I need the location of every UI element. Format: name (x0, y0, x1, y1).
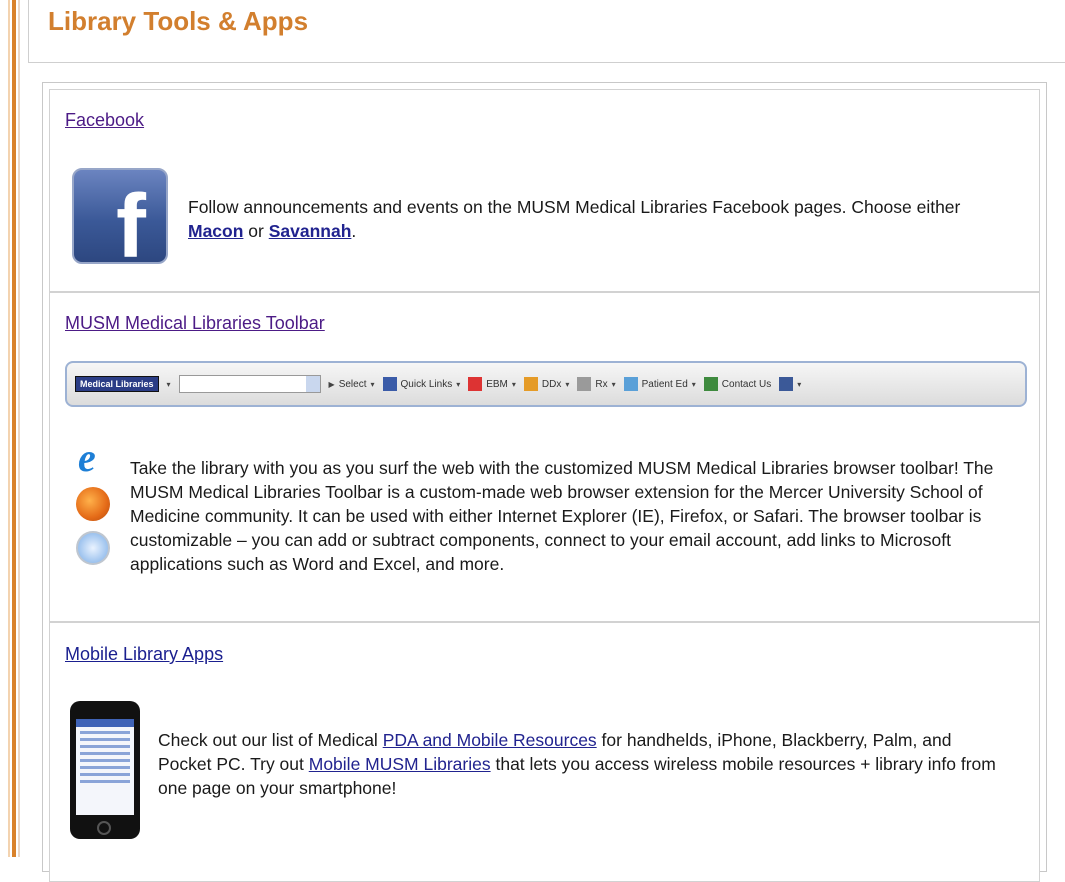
rail-stripe-faint (18, 0, 20, 857)
mobile-musm-libraries-link[interactable]: Mobile MUSM Libraries (309, 754, 491, 774)
toolbar-description: Take the library with you as you surf th… (130, 458, 994, 574)
savannah-link[interactable]: Savannah (269, 221, 352, 241)
title-rule-vertical (28, 0, 29, 63)
toolbar-item-patient-ed: Patient Ed ▾ (623, 377, 696, 391)
facebook-link[interactable]: Facebook (65, 110, 144, 131)
macon-link[interactable]: Macon (188, 221, 243, 241)
mobile-description: Check out our list of Medical PDA and Mo… (158, 730, 996, 798)
internet-explorer-icon: e (76, 435, 110, 480)
toolbar-item-select: ▶ Select ▾ (328, 378, 375, 390)
toolbar-item-quick-links: Quick Links ▾ (382, 377, 460, 391)
toolbar-item-ebm: EBM ▾ (468, 377, 516, 391)
toolbar-screenshot: Medical Libraries ▾ ▶ Select ▾ Quick Links… (65, 361, 1027, 407)
section-mobile: Mobile Library Apps Check out our list o… (49, 622, 1040, 882)
toolbar-item-contact-us: Contact Us (703, 377, 771, 391)
facebook-logo-icon: f (72, 168, 168, 264)
chevron-down-icon: ▾ (166, 379, 171, 389)
firefox-icon (76, 487, 110, 521)
toolbar-search-box (178, 375, 321, 393)
toolbar-item-facebook: ▾ (779, 377, 801, 391)
section-toolbar: MUSM Medical Libraries Toolbar Medical L… (49, 292, 1040, 622)
toolbar-link[interactable]: MUSM Medical Libraries Toolbar (65, 313, 325, 334)
section-facebook: Facebook f Follow announcements and even… (49, 89, 1040, 292)
title-rule-horizontal (28, 62, 1065, 63)
toolbar-logo: Medical Libraries (75, 376, 159, 392)
left-rail (0, 0, 22, 857)
toolbar-item-ddx: DDx ▾ (523, 377, 569, 391)
safari-icon (76, 531, 110, 565)
pda-mobile-resources-link[interactable]: PDA and Mobile Resources (383, 730, 597, 750)
page-title: Library Tools & Apps (48, 6, 309, 36)
rail-stripe (12, 0, 16, 857)
facebook-description: Follow announcements and events on the M… (188, 197, 961, 241)
iphone-icon (70, 701, 140, 839)
mobile-apps-link[interactable]: Mobile Library Apps (65, 644, 223, 665)
rail-stripe-light (8, 0, 10, 857)
tools-panel: Facebook f Follow announcements and even… (42, 82, 1047, 882)
toolbar-item-rx: Rx ▾ (577, 377, 616, 391)
